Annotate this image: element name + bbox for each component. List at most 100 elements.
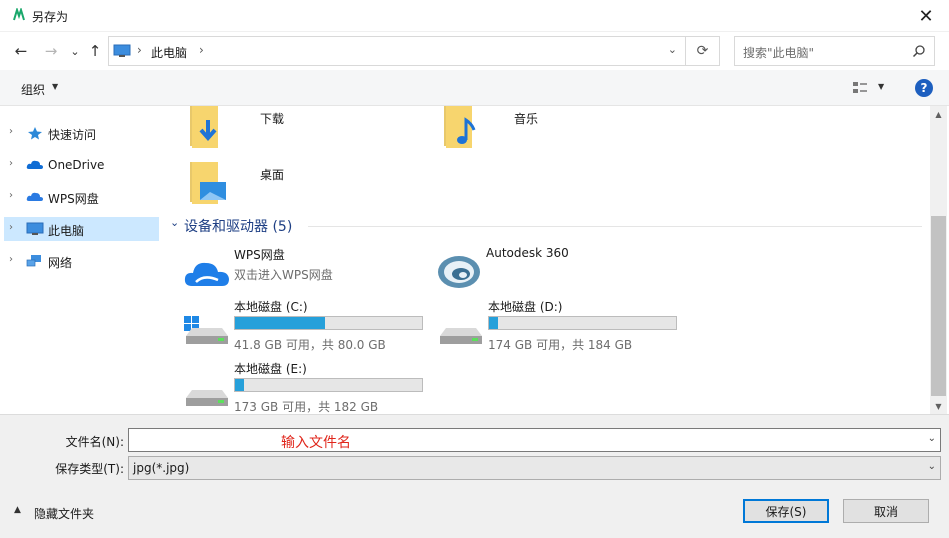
sidebar-item-onedrive[interactable]: › OneDrive (4, 153, 159, 177)
filetype-label: 保存类型(T): (55, 462, 124, 476)
download-folder-icon (190, 106, 218, 148)
star-pin-icon (28, 127, 42, 140)
chevron-right-icon[interactable]: › (9, 158, 13, 169)
sidebar-item-quick-access[interactable]: › 快速访问 (4, 121, 159, 145)
back-button[interactable]: ← (10, 41, 32, 61)
chevron-down-icon[interactable]: ▼ (52, 82, 58, 91)
chevron-up-icon[interactable]: ▲ (14, 505, 21, 515)
address-separator[interactable]: › (199, 43, 204, 57)
group-divider (308, 226, 922, 227)
filename-label: 文件名(N): (65, 435, 124, 449)
title-bar: 另存为 ✕ (0, 0, 949, 32)
drive-usage-bar (488, 316, 677, 330)
devices-group-header[interactable]: ⌄ 设备和驱动器 (5) (168, 214, 924, 236)
chevron-right-icon[interactable]: › (9, 190, 13, 201)
folder-desktop[interactable]: 桌面 (188, 162, 428, 214)
group-title: 设备和驱动器 (5) (184, 219, 293, 235)
drive-usage-fill (235, 379, 245, 391)
address-location[interactable]: 此电脑 (151, 44, 187, 61)
address-row: ← → ⌄ ↑ › 此电脑 › ⌄ ⟳ 搜索"此电脑" (0, 32, 949, 70)
hard-drive-icon (186, 390, 228, 406)
recent-locations-button[interactable]: ⌄ (64, 41, 86, 61)
save-button[interactable]: 保存(S) (743, 499, 829, 523)
drive-name: 本地磁盘 (C:) (234, 300, 308, 314)
command-toolbar: 组织 ▼ ▼ ? (0, 70, 949, 106)
view-options-icon[interactable] (852, 80, 868, 96)
drive-description: 双击进入WPS网盘 (234, 268, 333, 282)
file-list: 下载 音乐 桌面 ⌄ 设备和驱动器 (5) WPS网盘 双击进入WPS网盘 Au… (162, 106, 930, 414)
filetype-value: jpg(*.jpg) (133, 461, 190, 475)
sidebar-item-network[interactable]: › 网络 (4, 249, 159, 273)
sidebar-item-this-pc[interactable]: › 此电脑 (4, 217, 159, 241)
drive-usage-fill (489, 317, 499, 329)
address-bar[interactable]: › 此电脑 › ⌄ (108, 36, 686, 66)
chevron-down-icon[interactable]: ⌄ (928, 461, 936, 472)
cloud-icon (26, 160, 43, 169)
drive-name: 本地磁盘 (E:) (234, 362, 307, 376)
window-title: 另存为 (32, 10, 69, 24)
forward-button[interactable]: → (40, 41, 62, 61)
filename-input[interactable]: 输入文件名 ⌄ (128, 428, 941, 452)
address-separator[interactable]: › (137, 43, 142, 57)
sidebar-item-label: 网络 (48, 256, 73, 270)
wps-cloud-icon (184, 262, 229, 286)
music-folder-icon (444, 106, 476, 148)
cancel-button[interactable]: 取消 (843, 499, 929, 523)
chevron-right-icon[interactable]: › (9, 254, 13, 265)
computer-icon (113, 44, 131, 57)
drive-usage-bar (234, 316, 423, 330)
sidebar-item-label: 快速访问 (48, 128, 97, 142)
scroll-down-button[interactable]: ▼ (930, 398, 947, 414)
drive-name: 本地磁盘 (D:) (488, 300, 563, 314)
autodesk-360-drive[interactable]: Autodesk 360 (436, 246, 686, 302)
drive-e[interactable]: 本地磁盘 (E:) 173 GB 可用，共 182 GB (184, 360, 434, 414)
drive-free-space: 173 GB 可用，共 182 GB (234, 400, 379, 414)
drive-c[interactable]: 本地磁盘 (C:) 41.8 GB 可用，共 80.0 GB (184, 298, 434, 354)
hard-drive-icon (440, 328, 482, 344)
search-input[interactable]: 搜索"此电脑" (734, 36, 935, 66)
wps-logo-icon (13, 8, 25, 21)
desktop-folder-icon (190, 162, 226, 204)
address-dropdown[interactable]: ⌄ (668, 43, 677, 56)
chevron-down-icon[interactable]: ⌄ (170, 216, 179, 229)
refresh-button[interactable]: ⟳ (686, 36, 720, 66)
drive-name: WPS网盘 (234, 248, 285, 262)
filetype-select[interactable]: jpg(*.jpg) ⌄ (128, 456, 941, 480)
chevron-right-icon[interactable]: › (9, 126, 13, 137)
save-options-panel: 文件名(N): 输入文件名 ⌄ 保存类型(T): jpg(*.jpg) ⌄ ▲ … (0, 414, 949, 538)
drive-usage-fill (235, 317, 325, 329)
drive-d[interactable]: 本地磁盘 (D:) 174 GB 可用，共 184 GB (438, 298, 688, 354)
folder-downloads[interactable]: 下载 (188, 106, 428, 158)
up-button[interactable]: ↑ (84, 41, 106, 61)
sidebar-item-label: 此电脑 (48, 224, 85, 238)
search-icon (912, 45, 925, 58)
scrollbar-thumb[interactable] (931, 216, 946, 396)
help-button[interactable]: ? (915, 79, 933, 97)
sidebar-item-label: WPS网盘 (48, 192, 99, 206)
sidebar-item-wps-cloud[interactable]: › WPS网盘 (4, 185, 159, 209)
folder-label: 音乐 (514, 112, 539, 126)
navigation-pane: › 快速访问 › OneDrive › WPS网盘 › 此电脑 › 网络 (0, 106, 162, 414)
folder-label: 桌面 (260, 168, 285, 182)
folder-music[interactable]: 音乐 (442, 106, 682, 158)
scroll-up-button[interactable]: ▲ (930, 106, 947, 122)
drive-free-space: 41.8 GB 可用，共 80.0 GB (234, 338, 386, 352)
wps-cloud-drive[interactable]: WPS网盘 双击进入WPS网盘 (184, 246, 434, 302)
sidebar-item-label: OneDrive (48, 158, 105, 172)
organize-button[interactable]: 组织 (21, 81, 45, 98)
search-placeholder: 搜索"此电脑" (743, 46, 815, 60)
drive-free-space: 174 GB 可用，共 184 GB (488, 338, 633, 352)
vertical-scrollbar[interactable]: ▲ ▼ (930, 106, 947, 414)
view-dropdown-icon[interactable]: ▼ (878, 82, 884, 91)
drive-usage-bar (234, 378, 423, 392)
autodesk-360-icon (438, 256, 480, 288)
close-button[interactable]: ✕ (903, 0, 949, 32)
chevron-down-icon[interactable]: ⌄ (928, 433, 936, 444)
system-drive-icon (184, 316, 228, 344)
drive-name: Autodesk 360 (486, 246, 569, 260)
computer-icon (26, 222, 44, 235)
hide-folders-button[interactable]: 隐藏文件夹 (34, 505, 94, 522)
network-icon (26, 255, 41, 267)
filename-hint: 输入文件名 (281, 435, 351, 451)
chevron-right-icon[interactable]: › (9, 222, 13, 233)
